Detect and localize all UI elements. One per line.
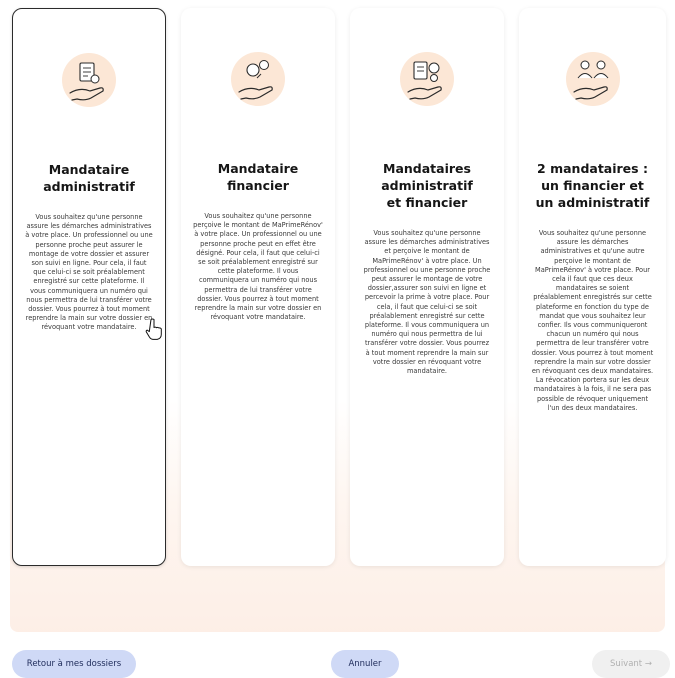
two-people-hand-icon <box>562 50 624 112</box>
card-title: Mandataire administratif <box>43 162 135 194</box>
documents-coin-hand-icon <box>396 50 458 112</box>
card-description: Vous souhaitez qu'une personne assure le… <box>25 213 153 332</box>
card-deux-mandataires[interactable]: 2 mandataires : un financier et un admin… <box>519 8 666 566</box>
documents-hand-icon <box>58 51 120 113</box>
hand-pointer-cursor-icon <box>145 318 163 340</box>
card-description: Vous souhaitez qu'une personne perçoive … <box>193 212 323 322</box>
card-title: Mandataires administratif et financier <box>381 161 473 210</box>
card-title: 2 mandataires : un financier et un admin… <box>535 161 650 210</box>
card-description: Vous souhaitez qu'une personne assure le… <box>363 229 491 376</box>
card-title: Mandataire financier <box>217 161 299 193</box>
coin-hand-icon <box>227 50 289 112</box>
card-description: Vous souhaitez qu'une personne assure le… <box>531 229 654 412</box>
card-mandataires-administratif-financier[interactable]: Mandataires administratif et financier V… <box>350 8 504 566</box>
card-mandataire-financier[interactable]: Mandataire financier Vous souhaitez qu'u… <box>181 8 335 566</box>
card-mandataire-administratif[interactable]: Mandataire administratif Vous souhaitez … <box>12 8 166 566</box>
